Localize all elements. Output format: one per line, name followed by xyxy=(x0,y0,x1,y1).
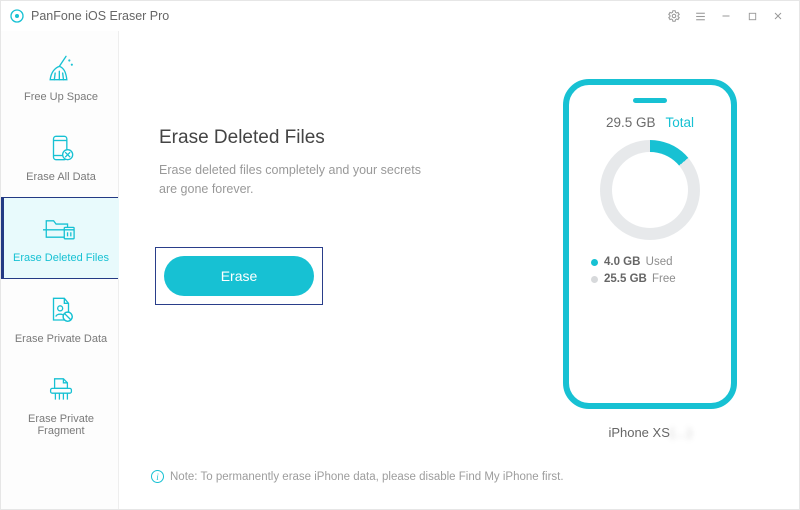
menu-button[interactable] xyxy=(687,3,713,29)
phone-erase-icon xyxy=(41,131,81,165)
maximize-button[interactable] xyxy=(739,3,765,29)
storage-legend: 4.0 GB Used 25.5 GB Free xyxy=(591,256,676,290)
device-name: iPhone XS(…) xyxy=(608,425,691,440)
shredder-icon xyxy=(41,373,81,407)
footer-note: i Note: To permanently erase iPhone data… xyxy=(151,470,564,483)
storage-free-label: Free xyxy=(652,273,676,285)
storage-free-value: 25.5 GB xyxy=(604,273,647,285)
storage-donut-chart xyxy=(600,140,700,240)
app-logo-icon xyxy=(9,8,25,24)
erase-button-highlight: Erase xyxy=(155,247,323,305)
broom-icon xyxy=(41,51,81,85)
titlebar: PanFone iOS Eraser Pro xyxy=(1,1,799,31)
storage-used-value: 4.0 GB xyxy=(604,256,640,268)
sidebar-item-label: Free Up Space xyxy=(24,91,98,103)
dot-free-icon xyxy=(591,276,598,283)
sidebar-item-erase-all-data[interactable]: Erase All Data xyxy=(1,117,118,197)
device-illustration: 29.5 GB Total 4.0 GB Used 25.5 GB Free xyxy=(563,79,737,409)
dot-used-icon xyxy=(591,259,598,266)
file-user-denied-icon xyxy=(41,293,81,327)
sidebar-item-free-up-space[interactable]: Free Up Space xyxy=(1,37,118,117)
sidebar-item-label: Erase All Data xyxy=(26,171,96,183)
app-title: PanFone iOS Eraser Pro xyxy=(31,9,169,23)
info-icon: i xyxy=(151,470,164,483)
erase-button[interactable]: Erase xyxy=(164,256,314,296)
storage-total-label: Total xyxy=(666,115,695,130)
storage-total: 29.5 GB Total xyxy=(606,115,694,130)
storage-total-value: 29.5 GB xyxy=(606,115,656,130)
page-description: Erase deleted files completely and your … xyxy=(159,161,439,199)
phone-home-button-icon xyxy=(634,361,666,393)
main-panel: Erase Deleted Files Erase deleted files … xyxy=(119,31,799,509)
sidebar-item-label: Erase Deleted Files xyxy=(13,252,109,264)
sidebar-item-erase-private-data[interactable]: Erase Private Data xyxy=(1,279,118,359)
sidebar-item-label: Erase Private Data xyxy=(15,333,107,345)
sidebar: Free Up Space Erase All Data xyxy=(1,31,119,509)
storage-used-label: Used xyxy=(646,256,673,268)
folder-trash-icon xyxy=(41,212,81,246)
sidebar-item-label: Erase Private Fragment xyxy=(8,413,114,437)
close-button[interactable] xyxy=(765,3,791,29)
settings-button[interactable] xyxy=(661,3,687,29)
sidebar-item-erase-deleted-files[interactable]: Erase Deleted Files xyxy=(1,197,118,279)
sidebar-item-erase-private-fragment[interactable]: Erase Private Fragment xyxy=(1,359,118,451)
footer-note-text: Note: To permanently erase iPhone data, … xyxy=(170,471,564,483)
minimize-button[interactable] xyxy=(713,3,739,29)
page-heading: Erase Deleted Files xyxy=(159,127,515,149)
